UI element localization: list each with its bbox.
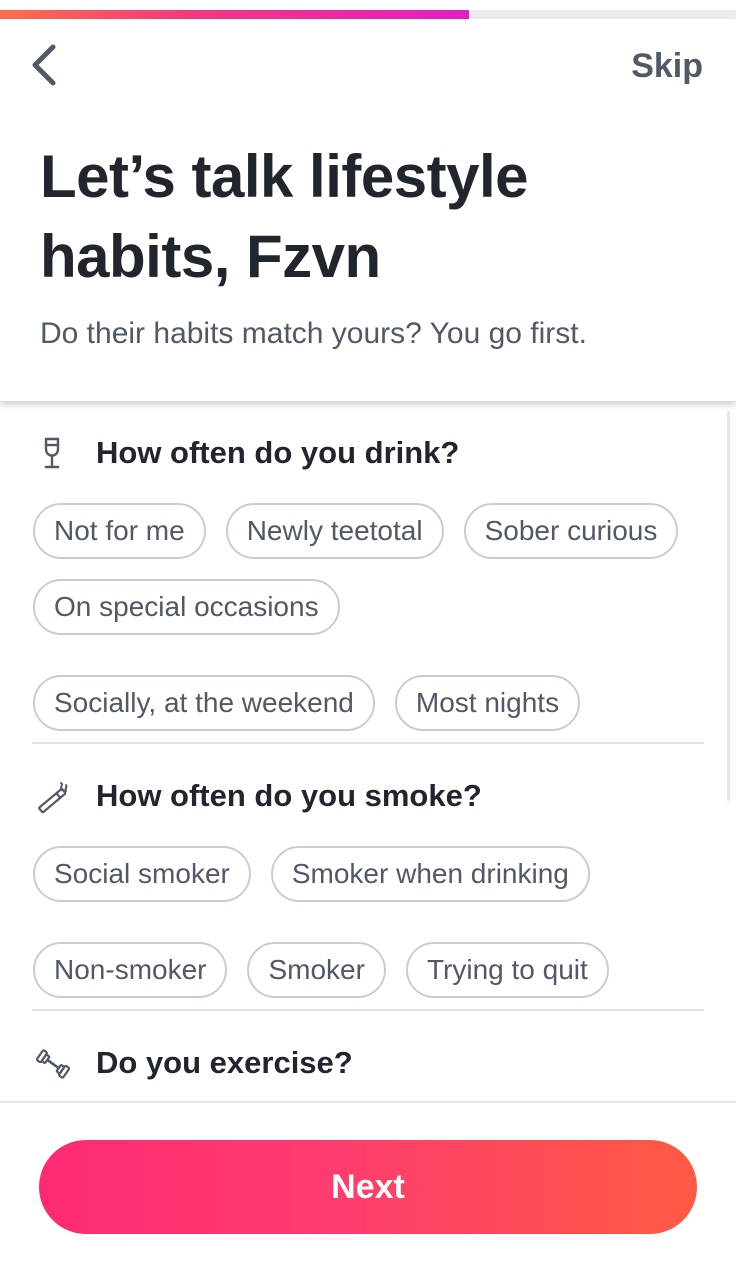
drink-option-not-for-me[interactable]: Not for me (33, 503, 206, 559)
smoke-option-social-smoker[interactable]: Social smoker (33, 846, 251, 902)
drink-option-on-special-occasions[interactable]: On special occasions (33, 579, 340, 635)
habits-scroll-area[interactable]: How often do you drink? Not for me Newly… (0, 401, 736, 1101)
skip-button[interactable]: Skip (631, 47, 703, 86)
smoke-question: How often do you smoke? (96, 778, 482, 813)
footer: Next (0, 1101, 736, 1280)
section-divider (32, 1009, 704, 1011)
smoke-option-smoker-when-drinking[interactable]: Smoker when drinking (270, 846, 590, 902)
next-button[interactable]: Next (39, 1140, 697, 1234)
page-title: Let’s talk lifestyle habits, Fzvn (40, 143, 529, 290)
drink-option-sober-curious[interactable]: Sober curious (463, 503, 679, 559)
drink-option-socially-at-the-weekend[interactable]: Socially, at the weekend (33, 675, 375, 731)
smoke-question-header: How often do you smoke? (0, 772, 736, 822)
exercise-question: Do you exercise? (96, 1045, 353, 1080)
smoke-option-non-smoker[interactable]: Non-smoker (33, 942, 228, 998)
progress-fill (0, 10, 469, 19)
drink-question: How often do you drink? (96, 435, 460, 470)
smoke-option-trying-to-quit[interactable]: Trying to quit (405, 942, 609, 998)
exercise-question-header: Do you exercise? (0, 1039, 736, 1089)
chevron-left-icon (32, 44, 56, 86)
section-divider (32, 742, 704, 744)
onboarding-progress-bar (0, 10, 736, 19)
dumbbell-icon (36, 1047, 70, 1081)
lifestyle-habits-screen: Skip Let’s talk lifestyle habits, Fzvn D… (0, 0, 736, 1280)
drink-option-newly-teetotal[interactable]: Newly teetotal (225, 503, 444, 559)
status-bar (0, 0, 736, 10)
back-button[interactable] (22, 41, 70, 89)
drink-option-most-nights[interactable]: Most nights (394, 675, 581, 731)
wine-glass-icon (36, 437, 70, 471)
smoke-options: Social smoker Smoker when drinking Non-s… (33, 846, 713, 998)
drink-options: Not for me Newly teetotal Sober curious … (33, 503, 713, 731)
page-subtitle: Do their habits match yours? You go firs… (40, 317, 587, 350)
drink-question-header: How often do you drink? (0, 429, 736, 479)
header: Skip Let’s talk lifestyle habits, Fzvn D… (0, 19, 736, 401)
smoke-option-smoker[interactable]: Smoker (247, 942, 386, 998)
cigarette-icon (36, 780, 70, 814)
